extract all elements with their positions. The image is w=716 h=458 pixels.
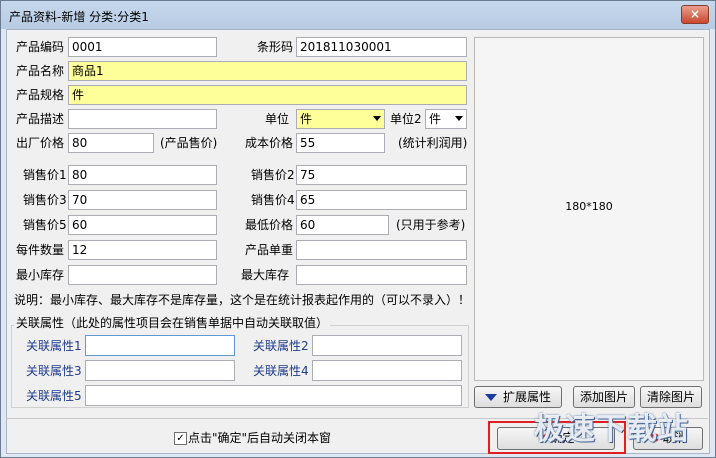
sale-price-3-input[interactable]: 70 bbox=[68, 190, 217, 210]
sale-price-2-label: 销售价2 bbox=[251, 168, 295, 182]
product-spec-label: 产品规格 bbox=[16, 88, 65, 102]
product-name-input[interactable]: 商品1 bbox=[68, 61, 467, 81]
unit-weight-input[interactable] bbox=[296, 240, 467, 260]
factory-price-input[interactable]: 80 bbox=[68, 133, 154, 153]
sale-price-3-label: 销售价3 bbox=[23, 193, 67, 207]
sale-price-4-input[interactable]: 65 bbox=[296, 190, 467, 210]
image-size-label: 180*180 bbox=[565, 200, 613, 213]
chevron-down-icon bbox=[373, 116, 381, 121]
related-attr-5-input[interactable] bbox=[85, 385, 462, 406]
product-code-input[interactable]: 0001 bbox=[68, 37, 217, 57]
min-price-note: (只用于参考) bbox=[396, 218, 466, 232]
related-attr-2-input[interactable] bbox=[312, 335, 462, 356]
auto-close-label: 点击"确定"后自动关闭本窗 bbox=[188, 431, 332, 445]
related-attr-5-label: 关联属性5 bbox=[26, 389, 82, 403]
image-preview: 180*180 bbox=[474, 37, 704, 381]
sale-price-1-label: 销售价1 bbox=[23, 168, 67, 182]
sale-price-1-input[interactable]: 80 bbox=[68, 165, 217, 185]
unit-label: 单位 bbox=[265, 112, 290, 126]
extend-attributes-label: 扩展属性 bbox=[502, 390, 551, 404]
cost-price-note: (统计利润用) bbox=[398, 136, 468, 150]
unit-select[interactable]: 件 bbox=[296, 109, 385, 129]
related-attr-2-label: 关联属性2 bbox=[253, 339, 309, 353]
related-attr-3-input[interactable] bbox=[85, 360, 235, 381]
product-code-label: 产品编码 bbox=[16, 40, 65, 54]
min-price-label: 最低价格 bbox=[245, 218, 294, 232]
chevron-down-icon bbox=[455, 116, 463, 121]
sale-price-5-label: 销售价5 bbox=[23, 218, 67, 232]
product-spec-input[interactable]: 件 bbox=[68, 85, 467, 105]
unit-weight-label: 产品单重 bbox=[245, 243, 294, 257]
auto-close-checkbox[interactable]: ✓ bbox=[174, 432, 187, 445]
related-attr-1-label: 关联属性1 bbox=[26, 339, 82, 353]
max-stock-label: 最大库存 bbox=[241, 268, 290, 282]
watermark-logo: 极速下载站 bbox=[534, 412, 689, 447]
unit-select-value: 件 bbox=[300, 112, 313, 126]
barcode-label: 条形码 bbox=[257, 40, 294, 54]
related-attr-1-input[interactable] bbox=[85, 335, 235, 356]
related-attributes-legend: 关联属性（此处的属性项目会在销售单据中自动关联取值） bbox=[14, 314, 331, 332]
factory-price-note: (产品售价) bbox=[160, 136, 218, 150]
stock-note: 说明：最小库存、最大库存不是库存量，这个是在统计报表起作用的（可以不录入）！ bbox=[14, 293, 471, 307]
product-desc-input[interactable] bbox=[68, 109, 217, 129]
related-attr-4-label: 关联属性4 bbox=[253, 364, 309, 378]
min-price-input[interactable]: 60 bbox=[296, 215, 389, 235]
unit2-label: 单位2 bbox=[390, 112, 422, 126]
triangle-down-icon bbox=[484, 394, 497, 401]
cost-price-input[interactable]: 55 bbox=[296, 133, 385, 153]
title-bar: 产品资料-新增 分类:分类1 × bbox=[1, 1, 715, 29]
unit2-select-value: 件 bbox=[429, 112, 442, 126]
related-attr-4-input[interactable] bbox=[312, 360, 462, 381]
qty-per-piece-label: 每件数量 bbox=[16, 243, 65, 257]
close-button[interactable]: × bbox=[681, 5, 709, 24]
factory-price-label: 出厂价格 bbox=[16, 136, 65, 150]
product-name-label: 产品名称 bbox=[16, 64, 65, 78]
min-stock-label: 最小库存 bbox=[16, 268, 65, 282]
related-attr-3-label: 关联属性3 bbox=[26, 364, 82, 378]
sale-price-4-label: 销售价4 bbox=[251, 193, 295, 207]
cost-price-label: 成本价格 bbox=[245, 136, 294, 150]
product-desc-label: 产品描述 bbox=[16, 112, 65, 126]
sale-price-2-input[interactable]: 75 bbox=[296, 165, 467, 185]
max-stock-input[interactable] bbox=[296, 265, 467, 285]
qty-per-piece-input[interactable]: 12 bbox=[68, 240, 217, 260]
window-title: 产品资料-新增 分类:分类1 bbox=[9, 10, 149, 24]
barcode-input[interactable]: 201811030001 bbox=[296, 37, 467, 57]
unit2-select[interactable]: 件 bbox=[425, 109, 467, 129]
sale-price-5-input[interactable]: 60 bbox=[68, 215, 217, 235]
min-stock-input[interactable] bbox=[68, 265, 217, 285]
